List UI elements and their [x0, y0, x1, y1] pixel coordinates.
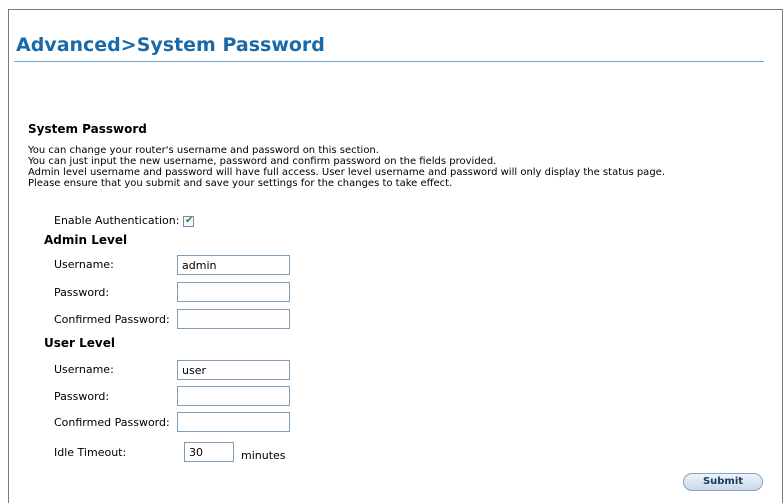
admin-confirm-password-label: Confirmed Password: — [54, 313, 170, 326]
description-line-4: Please ensure that you submit and save y… — [28, 178, 453, 189]
admin-username-label: Username: — [54, 258, 114, 271]
section-heading: System Password — [28, 122, 147, 136]
user-level-heading: User Level — [44, 336, 115, 350]
description-line-1: You can change your router's username an… — [28, 145, 379, 156]
title-divider — [14, 61, 764, 62]
checkmark-icon: ✔ — [185, 215, 194, 226]
admin-password-label: Password: — [54, 286, 110, 299]
enable-authentication-label: Enable Authentication: — [54, 214, 180, 227]
idle-timeout-unit: minutes — [241, 449, 286, 462]
user-username-label: Username: — [54, 363, 114, 376]
description-line-3: Admin level username and password will h… — [28, 167, 665, 178]
user-username-input[interactable] — [177, 360, 290, 380]
submit-button[interactable]: Submit — [683, 473, 763, 491]
idle-timeout-input[interactable] — [184, 442, 234, 462]
idle-timeout-label: Idle Timeout: — [54, 446, 127, 459]
user-password-label: Password: — [54, 390, 110, 403]
admin-password-input[interactable] — [177, 282, 290, 302]
user-confirm-password-label: Confirmed Password: — [54, 416, 170, 429]
user-confirm-password-input[interactable] — [177, 412, 290, 432]
admin-level-heading: Admin Level — [44, 233, 128, 247]
page-title: Advanced>System Password — [16, 34, 325, 56]
admin-username-input[interactable] — [177, 255, 290, 275]
enable-authentication-checkbox[interactable]: ✔ — [183, 215, 194, 227]
user-password-input[interactable] — [177, 386, 290, 406]
description-line-2: You can just input the new username, pas… — [28, 156, 497, 167]
admin-confirm-password-input[interactable] — [177, 309, 290, 329]
